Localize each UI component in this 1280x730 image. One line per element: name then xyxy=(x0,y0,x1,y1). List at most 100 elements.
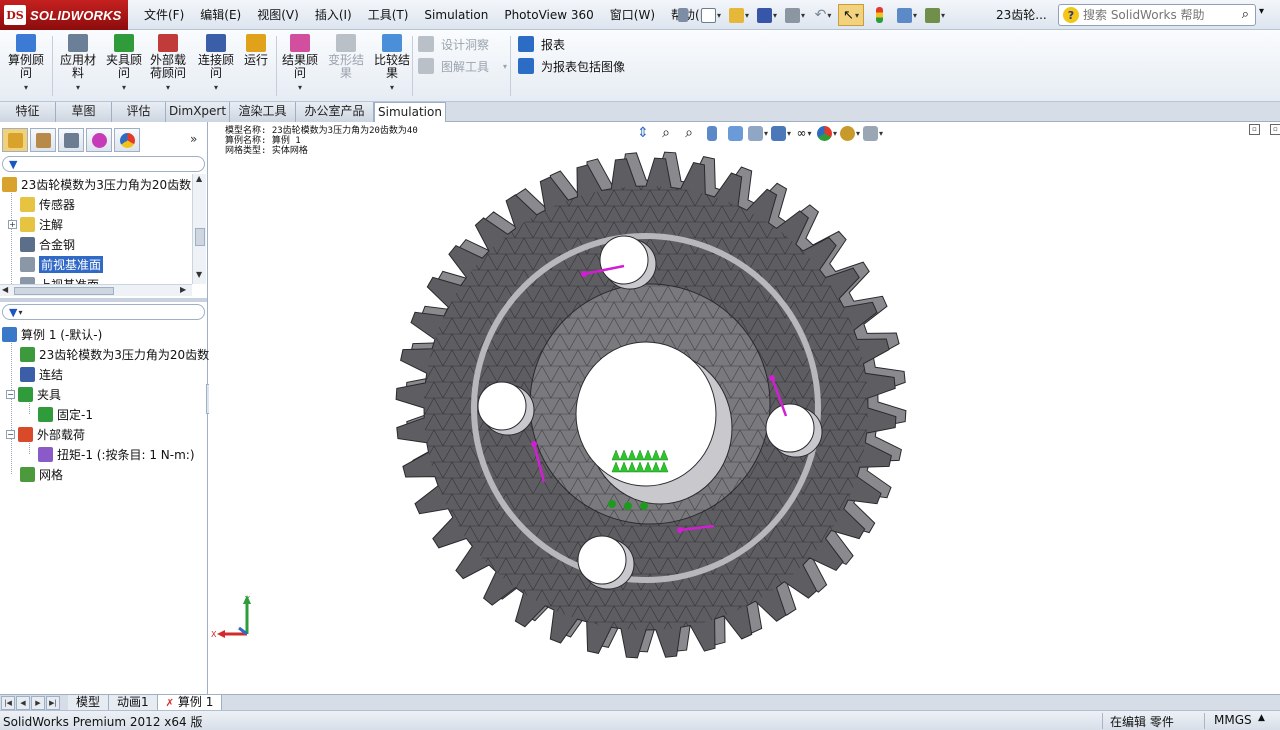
tree-node[interactable]: 23齿轮模数为3压力角为20齿数 xyxy=(20,344,209,364)
scroll-thumb[interactable] xyxy=(195,228,205,246)
unit-system-text[interactable]: MMGS xyxy=(1214,713,1252,727)
simulation-tree-filter[interactable]: ▼ ▾ xyxy=(2,304,205,320)
configuration-manager-tab[interactable] xyxy=(58,128,84,152)
first-tab-nav-icon[interactable]: |◀ xyxy=(1,695,15,710)
tab-3[interactable]: DimXpert xyxy=(166,102,230,122)
dropdown-arrow-icon[interactable]: ▾ xyxy=(298,81,302,94)
section-view-icon[interactable] xyxy=(725,123,745,143)
tree-node[interactable]: − 夹具 xyxy=(6,384,61,404)
print-button[interactable] xyxy=(782,4,808,26)
scroll-down-arrow-icon[interactable]: ▼ xyxy=(196,270,202,279)
save-button[interactable] xyxy=(754,4,780,26)
ribbon-button-0[interactable]: 算例顾 问 ▾ xyxy=(8,34,44,94)
tab-0[interactable]: 特征 xyxy=(0,102,56,122)
pin-icon[interactable] xyxy=(670,4,696,26)
dropdown-arrow-icon[interactable]: ▾ xyxy=(214,81,218,94)
feature-tree-vertical-scrollbar[interactable]: ▲ ▼ xyxy=(192,174,206,284)
menu-item-2[interactable]: 视图(V) xyxy=(249,0,307,30)
tree-node[interactable]: 连结 xyxy=(20,364,63,384)
ribbon-button-8[interactable]: 比较结 果 ▾ xyxy=(374,34,410,94)
view-orientation-icon[interactable] xyxy=(748,123,768,143)
panel-splitter[interactable] xyxy=(0,298,207,302)
feature-tree-filter[interactable]: ▼ xyxy=(2,156,205,172)
prev-tab-nav-icon[interactable]: ◀ xyxy=(16,695,30,710)
ribbon-button-3[interactable]: 外部载 荷顾问 ▾ xyxy=(150,34,186,94)
ribbon-small-button-2[interactable]: 报表 xyxy=(518,34,565,54)
tree-node[interactable]: − 外部载荷 xyxy=(6,424,85,444)
view-settings-icon[interactable] xyxy=(863,123,883,143)
property-manager-tab[interactable] xyxy=(30,128,56,152)
zoom-to-area-icon[interactable]: ⌕ xyxy=(679,123,699,143)
ribbon-small-button-3[interactable]: 为报表包括图像 xyxy=(518,56,625,76)
options-button[interactable] xyxy=(922,4,948,26)
menu-item-0[interactable]: 文件(F) xyxy=(136,0,192,30)
tree-node[interactable]: 网格 xyxy=(20,464,63,484)
panel-more-chevron-icon[interactable]: » xyxy=(190,132,197,146)
tab-2[interactable]: 评估 xyxy=(112,102,166,122)
dropdown-arrow-icon[interactable]: ▾ xyxy=(76,81,80,94)
orient-view-icon[interactable]: ⇕ xyxy=(633,123,653,143)
tab-1[interactable]: 草图 xyxy=(56,102,112,122)
display-manager-tab[interactable] xyxy=(114,128,140,152)
viewport-split-icon[interactable]: ▫ xyxy=(1249,124,1260,135)
tab-model[interactable]: 模型 xyxy=(68,694,110,711)
undo-button[interactable]: ↶ xyxy=(810,4,836,26)
rebuild-icon[interactable] xyxy=(866,4,892,26)
gear-mesh-model[interactable] xyxy=(389,142,909,662)
help-icon[interactable]: ? xyxy=(1063,7,1079,23)
dimxpert-manager-tab[interactable] xyxy=(86,128,112,152)
tree-node[interactable]: 扭矩-1 (:按条目: 1 N-m:) xyxy=(38,444,195,464)
file-properties-button[interactable] xyxy=(894,4,920,26)
tree-node[interactable]: 固定-1 xyxy=(38,404,93,424)
dropdown-arrow-icon[interactable]: ▾ xyxy=(390,81,394,94)
dropdown-arrow-icon[interactable]: ▾ xyxy=(503,62,507,71)
tree-node[interactable]: 算例 1 (-默认-) xyxy=(2,324,102,344)
tab-5[interactable]: 办公室产品 xyxy=(296,102,374,122)
ribbon-button-7[interactable]: 变形结 果 xyxy=(328,34,364,80)
select-button[interactable]: ↖ xyxy=(838,4,864,26)
ribbon-small-button-0[interactable]: 设计洞察 xyxy=(418,34,489,54)
expand-icon[interactable]: + xyxy=(8,219,17,229)
ribbon-button-1[interactable]: 应用材 料 ▾ xyxy=(60,34,96,94)
collapse-icon[interactable]: − xyxy=(6,429,15,439)
edit-appearance-icon[interactable] xyxy=(817,123,837,143)
scroll-thumb[interactable] xyxy=(14,287,114,295)
ribbon-small-button-1[interactable]: 图解工具 ▾ xyxy=(418,56,507,76)
tree-node[interactable]: 前视基准面 xyxy=(20,254,104,274)
tab-4[interactable]: 渲染工具 xyxy=(230,102,296,122)
search-options-dropdown[interactable]: ▾ xyxy=(1259,6,1264,17)
open-button[interactable] xyxy=(726,4,752,26)
viewport-maximize-icon[interactable]: ▫ xyxy=(1270,124,1280,135)
new-document-button[interactable] xyxy=(698,4,724,26)
tree-node[interactable]: 合金钢 xyxy=(20,234,75,254)
menu-item-3[interactable]: 插入(I) xyxy=(307,0,360,30)
menu-item-6[interactable]: PhotoView 360 xyxy=(496,0,601,30)
last-tab-nav-icon[interactable]: ▶| xyxy=(46,695,60,710)
tree-node[interactable]: 上视基准面 xyxy=(20,274,99,284)
ribbon-button-6[interactable]: 结果顾 问 ▾ xyxy=(282,34,318,94)
menu-item-1[interactable]: 编辑(E) xyxy=(192,0,249,30)
menu-item-4[interactable]: 工具(T) xyxy=(360,0,417,30)
zoom-to-fit-icon[interactable]: ⌕ xyxy=(656,123,676,143)
menu-item-5[interactable]: Simulation xyxy=(416,0,496,30)
ribbon-button-5[interactable]: 运行 xyxy=(244,34,268,67)
feature-tree-horizontal-scrollbar[interactable]: ◀ ▶ xyxy=(0,284,192,296)
ribbon-button-2[interactable]: 夹具顾 问 ▾ xyxy=(106,34,142,94)
scroll-up-arrow-icon[interactable]: ▲ xyxy=(196,174,202,183)
tab-motion-study[interactable]: 动画1 xyxy=(109,694,158,711)
unit-system-arrow-icon[interactable]: ▲ xyxy=(1258,713,1265,723)
tree-node[interactable]: 传感器 xyxy=(20,194,75,214)
tab-6[interactable]: Simulation xyxy=(374,102,446,123)
dropdown-arrow-icon[interactable]: ▾ xyxy=(24,81,28,94)
collapse-icon[interactable]: − xyxy=(6,389,15,399)
tab-study-1[interactable]: ✗ 算例 1 xyxy=(157,694,223,711)
scroll-right-arrow-icon[interactable]: ▶ xyxy=(180,285,186,294)
help-search-box[interactable]: ? ⌕ xyxy=(1058,4,1256,26)
graphics-area[interactable]: 模型名称: 23齿轮模数为3压力角为20齿数为40 算例名称: 算例 1 网格类… xyxy=(209,122,1280,694)
tree-node[interactable]: 23齿轮模数为3压力角为20齿数 xyxy=(2,174,191,194)
display-style-icon[interactable] xyxy=(771,123,791,143)
previous-view-icon[interactable] xyxy=(702,123,722,143)
ribbon-button-4[interactable]: 连接顾 问 ▾ xyxy=(198,34,234,94)
tree-node[interactable]: + 注解 xyxy=(8,214,63,234)
help-search-input[interactable] xyxy=(1083,8,1223,22)
